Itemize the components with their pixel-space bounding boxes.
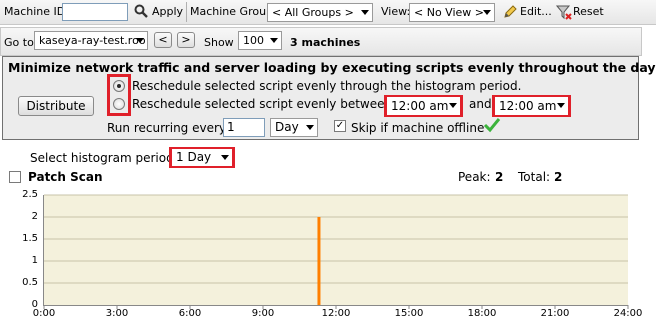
histogram-svg (43, 194, 629, 309)
end-time-select[interactable]: 12:00 am (495, 97, 568, 115)
recurring-interval-input[interactable]: 1 (223, 118, 265, 137)
search-icon[interactable] (134, 4, 148, 21)
x-tick-label: 9:00 (251, 308, 275, 319)
machine-id-label: Machine ID: (4, 5, 69, 18)
chevron-down-icon (270, 38, 278, 43)
y-tick-label: 1 (31, 255, 38, 266)
reset-button[interactable]: Reset (573, 5, 604, 18)
view-label: View: (381, 5, 411, 18)
x-tick-label: 18:00 (467, 308, 497, 319)
chevron-down-icon (483, 10, 491, 15)
histogram-period-value: 1 Day (176, 150, 212, 164)
x-tick-label: 15:00 (394, 308, 424, 319)
histogram-period-select[interactable]: 1 Day (172, 149, 232, 166)
x-tick-label: 12:00 (321, 308, 351, 319)
skip-offline-label: Skip if machine offline (351, 121, 485, 135)
view-select[interactable]: < No View > (409, 3, 495, 22)
show-select[interactable]: 100 (238, 31, 282, 50)
skip-offline-checkbox[interactable]: ✓ (334, 120, 346, 132)
histogram-bar (317, 217, 321, 305)
y-tick-label: 2.5 (22, 189, 38, 200)
peak-label: Peak: (458, 170, 491, 184)
recurring-unit-value: Day (275, 120, 299, 134)
total-label: Total: (518, 170, 551, 184)
y-tick-label: 1.5 (22, 233, 38, 244)
start-time-select[interactable]: 12:00 am (387, 97, 460, 115)
previous-button[interactable]: < (154, 32, 172, 48)
total-value: 2 (554, 170, 563, 184)
option1-label: Reschedule selected script evenly throug… (132, 79, 522, 93)
funnel-reset-icon[interactable] (555, 4, 572, 23)
chevron-down-icon (136, 38, 144, 43)
x-tick-label: 6:00 (178, 308, 202, 319)
green-check-icon (483, 117, 501, 136)
histogram-period-label: Select histogram period (30, 151, 174, 165)
chevron-down-icon (306, 125, 314, 130)
next-button[interactable]: > (177, 32, 195, 48)
script-select-checkbox[interactable] (9, 171, 21, 183)
chevron-down-icon (221, 155, 229, 160)
show-label: Show (204, 36, 234, 49)
panel-title: Minimize network traffic and server load… (8, 60, 656, 75)
goto-value: kaseya-ray-test.roo (39, 34, 146, 47)
radio-evenly-through-period[interactable] (113, 80, 125, 92)
y-tick-label: 0.5 (22, 277, 38, 288)
start-time-value: 12:00 am (391, 99, 449, 113)
y-tick-label: 2 (31, 211, 38, 222)
end-time-value: 12:00 am (499, 99, 557, 113)
separator (186, 2, 187, 22)
x-tick-label: 0:00 (32, 308, 56, 319)
recurring-unit-select[interactable]: Day (270, 118, 318, 137)
chevron-down-icon (557, 103, 565, 108)
x-tick-label: 3:00 (105, 308, 129, 319)
apply-button[interactable]: Apply (152, 5, 183, 18)
machine-count: 3 machines (290, 36, 361, 49)
pencil-icon[interactable] (502, 4, 518, 23)
view-value: < No View > (414, 6, 484, 19)
chevron-down-icon (449, 103, 457, 108)
run-recurring-label: Run recurring every (107, 121, 227, 135)
histogram-chart: 0 0.5 1 1.5 2 2.5 0:00 3:00 6:00 9:00 12:00 15:00 1… (0, 186, 656, 319)
machine-group-value: < All Groups > (272, 6, 354, 19)
goto-label: Go to: (4, 36, 38, 49)
distribute-button[interactable]: Distribute (18, 96, 94, 116)
show-value: 100 (243, 34, 264, 47)
machine-group-select[interactable]: < All Groups > (267, 3, 373, 22)
radio-evenly-between[interactable] (113, 98, 125, 110)
script-name: Patch Scan (28, 170, 103, 184)
peak-value: 2 (495, 170, 504, 184)
goto-select[interactable]: kaseya-ray-test.roo (34, 31, 148, 50)
edit-button[interactable]: Edit... (520, 5, 552, 18)
machine-id-input[interactable] (62, 3, 128, 21)
x-tick-label: 24:00 (613, 308, 643, 319)
chevron-down-icon (361, 10, 369, 15)
x-tick-label: 21:00 (540, 308, 570, 319)
machine-group-label: Machine Group: (190, 5, 277, 18)
and-label: and (469, 97, 492, 111)
option2-label: Reschedule selected script evenly betwee… (132, 97, 393, 111)
